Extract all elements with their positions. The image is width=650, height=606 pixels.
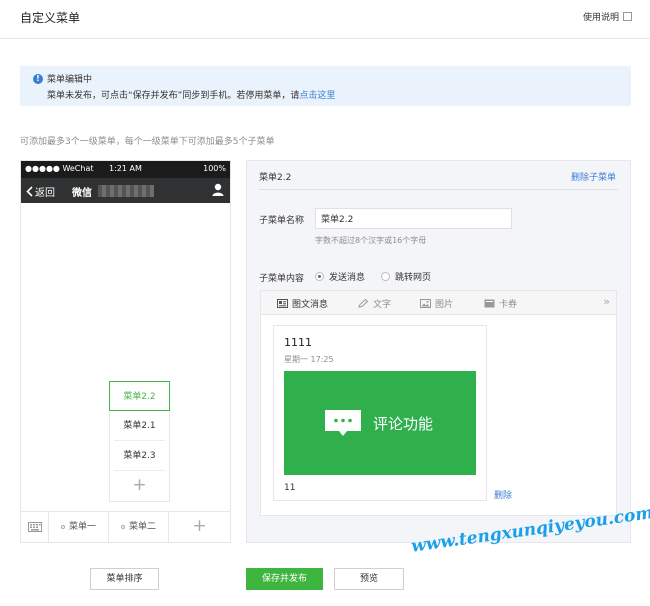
phone-status-bar: ●●●●● WeChat 1:21 AM 100%: [21, 161, 230, 178]
submenu-list: 菜单2.2 菜单2.1 菜单2.3 +: [109, 381, 170, 502]
back-button: 返回: [26, 184, 55, 199]
name-label: 子菜单名称: [259, 216, 305, 226]
back-label: 返回: [35, 188, 55, 199]
radio-label: 跳转网页: [395, 273, 432, 283]
chevron-left-icon: [26, 186, 33, 197]
editor-divider: [259, 189, 618, 190]
tab-label: 图文消息: [292, 300, 329, 310]
phone-menu-bar: 菜单一 菜单二 +: [21, 511, 230, 543]
add-menu-button[interactable]: +: [169, 512, 230, 543]
submenu-name-input[interactable]: [315, 208, 512, 229]
menu-dot-icon: [60, 524, 65, 529]
tab-label: 文字: [373, 300, 392, 310]
help-checkbox[interactable]: [623, 12, 632, 21]
tab-news[interactable]: 图文消息: [277, 297, 328, 310]
add-submenu-button[interactable]: +: [110, 471, 169, 501]
card-date: 星期一 17:25: [284, 355, 334, 364]
tab-label: 图片: [435, 300, 454, 310]
sort-menu-button[interactable]: 菜单排序: [90, 568, 159, 590]
notice-title: 菜单编辑中: [47, 75, 93, 85]
menu-dot-icon: [120, 524, 125, 529]
radio-jump-url[interactable]: 跳转网页: [381, 270, 431, 283]
radio-label: 发送消息: [329, 273, 366, 283]
menu-item-1[interactable]: 菜单一: [49, 512, 109, 543]
radio-checked-icon: [315, 272, 324, 281]
delete-card-link[interactable]: 删除: [494, 488, 512, 501]
news-card: 1111 星期一 17:25 评论功能 11: [273, 325, 487, 501]
menu-item-label: 菜单二: [128, 522, 156, 532]
submenu-item-2-3[interactable]: 菜单2.3: [114, 441, 165, 471]
comment-icon: [325, 410, 361, 436]
delete-submenu-link[interactable]: 删除子菜单: [571, 170, 616, 183]
radio-unchecked-icon: [381, 272, 391, 281]
phone-preview: ●●●●● WeChat 1:21 AM 100% 返回 微信 菜单2.2 菜单…: [20, 160, 231, 543]
status-time: 1:21 AM: [109, 164, 142, 173]
submenu-item-2-1[interactable]: 菜单2.1: [114, 411, 165, 441]
phone-nav-bar: 返回 微信: [21, 178, 230, 203]
nav-title: 微信: [72, 188, 92, 199]
radio-send-message[interactable]: 发送消息: [315, 270, 365, 283]
keyboard-icon: [28, 522, 42, 532]
message-panel: 图文消息 文字 图片 卡券 » 1111 星期一 17:25 评论功能 11 删…: [260, 290, 617, 516]
tab-label: 卡券: [499, 300, 518, 310]
tab-coupon[interactable]: 卡券: [484, 297, 517, 310]
preview-button[interactable]: 预览: [334, 568, 404, 590]
battery-label: 100%: [203, 164, 226, 173]
cover-text: 评论功能: [373, 415, 434, 433]
save-publish-button[interactable]: 保存并发布: [246, 568, 323, 590]
card-title: 1111: [284, 336, 312, 349]
menu-item-2[interactable]: 菜单二: [109, 512, 169, 543]
disable-menu-link[interactable]: 点击这里: [299, 91, 335, 101]
notice-banner: ! 菜单编辑中 菜单未发布，可点击“保存并发布”同步到手机。若停用菜单，请点击这…: [20, 66, 631, 106]
notice-text: 菜单未发布，可点击“保存并发布”同步到手机。若停用菜单，请: [47, 91, 300, 101]
help-toggle[interactable]: 使用说明: [583, 10, 632, 23]
info-icon: !: [33, 74, 43, 84]
card-digest: 11: [284, 483, 296, 493]
header-divider: [0, 38, 650, 39]
content-label: 子菜单内容: [259, 274, 305, 284]
submenu-item-2-2[interactable]: 菜单2.2: [109, 381, 170, 411]
tabs-more-icon[interactable]: »: [603, 295, 610, 308]
image-icon: [420, 299, 431, 308]
keyboard-toggle[interactable]: [21, 512, 49, 543]
message-type-tabs: 图文消息 文字 图片 卡券 »: [261, 291, 616, 315]
menu-item-label: 菜单一: [68, 522, 96, 532]
content-type-radios: 发送消息 跳转网页: [315, 270, 431, 283]
tab-text[interactable]: 文字: [358, 297, 391, 310]
menu-limit-hint: 可添加最多3个一级菜单，每个一级菜单下可添加最多5个子菜单: [20, 137, 275, 147]
help-label: 使用说明: [582, 13, 619, 23]
blurred-account-name: [98, 185, 154, 197]
profile-icon: [212, 183, 224, 196]
page-title: 自定义菜单: [20, 11, 81, 25]
name-tip: 字数不超过8个汉字或16个字母: [315, 236, 427, 245]
coupon-icon: [484, 299, 495, 308]
editor-title: 菜单2.2: [259, 173, 292, 183]
submenu-editor: 菜单2.2 删除子菜单 子菜单名称 字数不超过8个汉字或16个字母 子菜单内容 …: [246, 160, 631, 543]
card-cover-image: 评论功能: [284, 371, 476, 475]
tab-image[interactable]: 图片: [420, 297, 453, 310]
news-icon: [277, 299, 288, 308]
pencil-icon: [358, 299, 369, 308]
carrier-label: ●●●●● WeChat: [25, 164, 94, 173]
notice-body: 菜单未发布，可点击“保存并发布”同步到手机。若停用菜单，请点击这里: [47, 88, 335, 101]
